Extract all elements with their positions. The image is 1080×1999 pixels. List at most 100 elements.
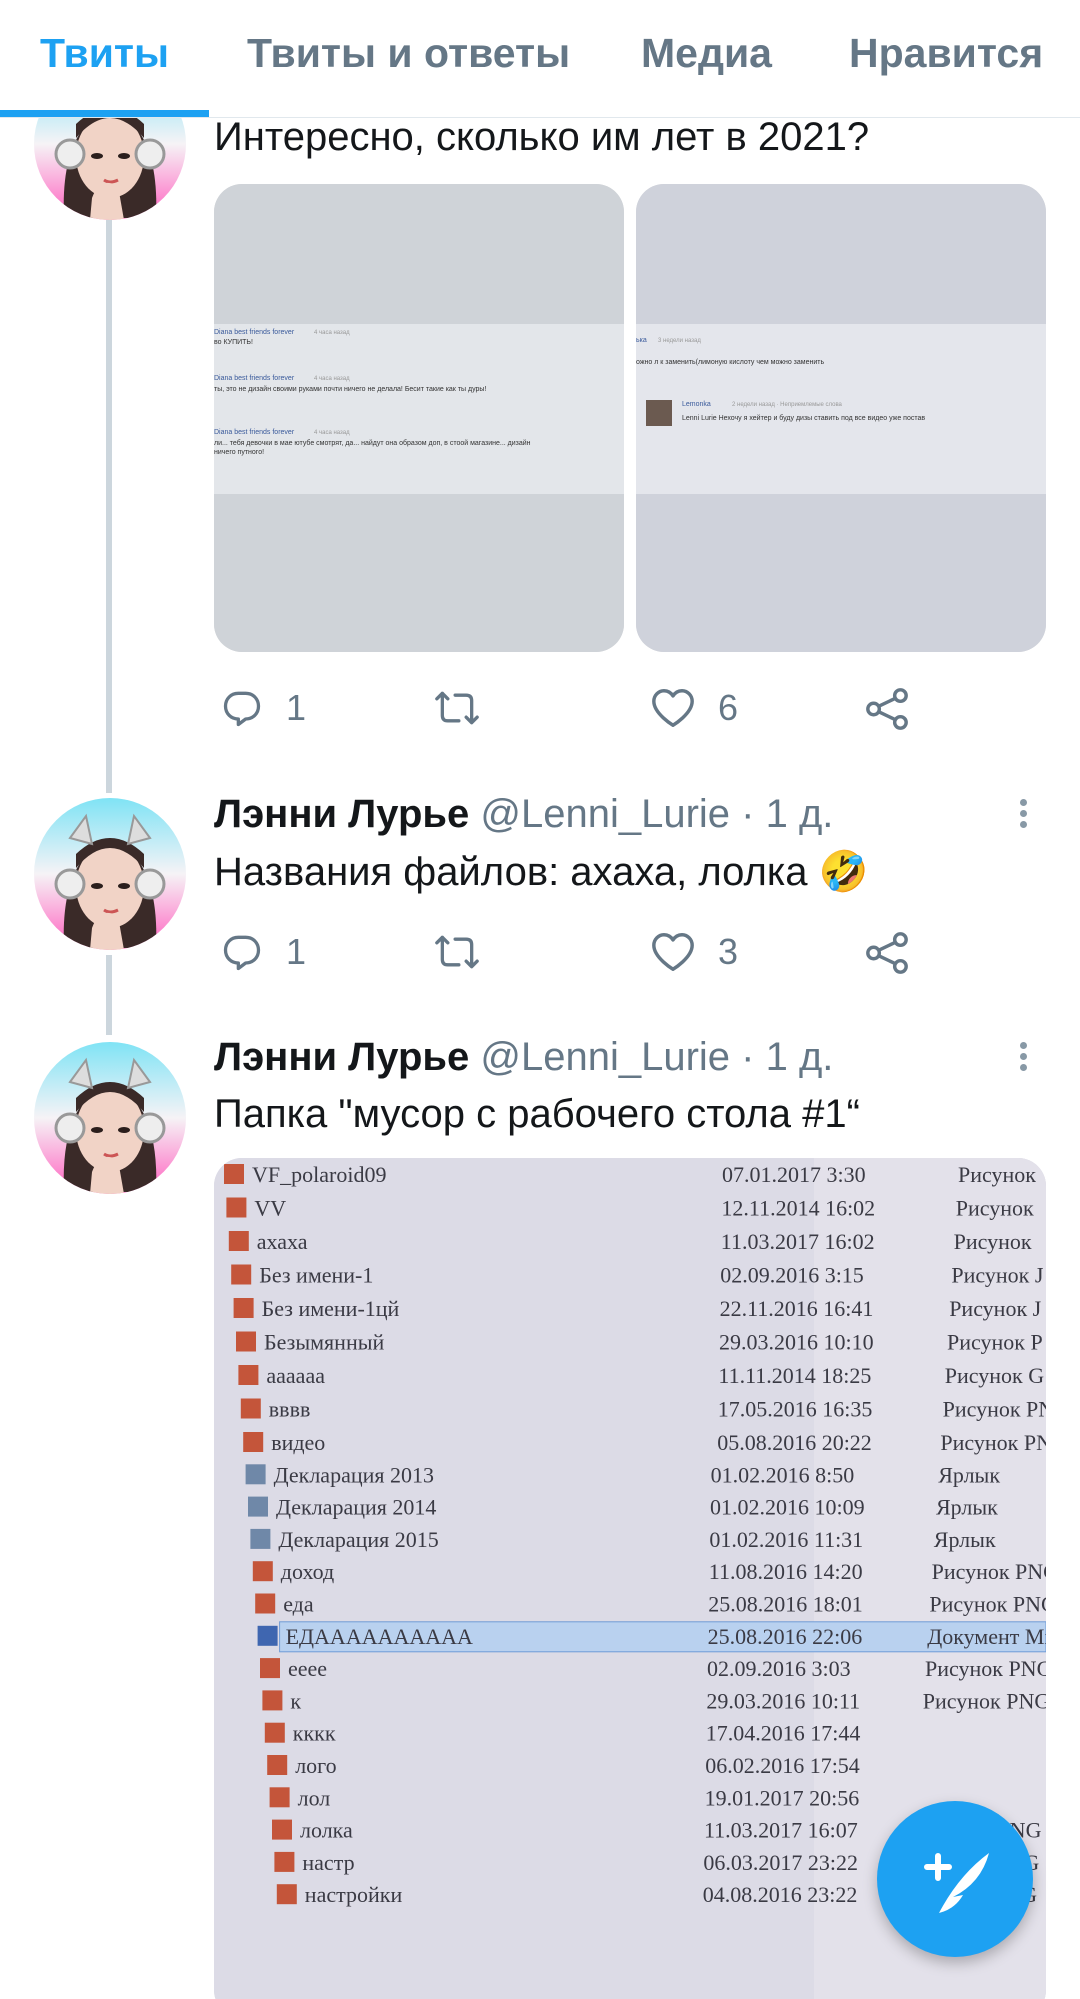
tweet-header: Лэнни Лурье @Lenni_Lurie · 1 д. — [214, 1035, 833, 1080]
retweet-button[interactable] — [432, 686, 482, 730]
reply-button[interactable]: 1 — [220, 930, 306, 974]
photo-comment-text: ли... тебя девочки в мае ютубе смотрят, … — [214, 439, 531, 447]
tweet-time: · 1 д. — [741, 792, 834, 836]
photo-comment-text: ничего путного! — [214, 449, 264, 456]
tab-tweets[interactable]: Твиты — [40, 0, 169, 118]
file-icon — [238, 1365, 259, 1385]
file-icon — [274, 1851, 295, 1872]
file-date: 02.09.2016 3:03 — [707, 1656, 851, 1681]
file-name: Без имени-1цй — [262, 1296, 400, 1321]
file-icon — [260, 1658, 280, 1679]
tweet-header: Лэнни Лурье @Lenni_Lurie · 1 д. — [214, 792, 833, 837]
heart-icon — [652, 933, 694, 971]
like-count: 3 — [718, 931, 739, 972]
file-date: 29.03.2016 10:10 — [719, 1330, 874, 1355]
file-type: Рисунок PNG — [925, 1656, 1046, 1681]
file-date: 25.08.2016 22:06 — [708, 1624, 863, 1649]
file-date: 11.03.2017 16:02 — [721, 1229, 875, 1254]
file-name: Декларация 2013 — [274, 1462, 434, 1487]
file-name: видео — [271, 1430, 325, 1455]
author-handle[interactable]: @Lenni_Lurie — [480, 792, 730, 836]
photo-comment-text: во КУПИТЬ! — [214, 339, 253, 346]
file-date: 11.08.2016 14:20 — [709, 1559, 863, 1584]
file-date: 17.05.2016 16:35 — [718, 1397, 873, 1422]
compose-tweet-button[interactable] — [877, 1801, 1033, 1957]
tweet-photo-right[interactable]: ька 3 недели назад ожно л к заменить(лим… — [636, 184, 1046, 652]
thread-connector-line — [106, 220, 112, 793]
tab-tweets-and-replies[interactable]: Твиты и ответы — [247, 0, 570, 118]
photo-comment-time: 3 недели назад — [658, 338, 701, 344]
profile-tabs: Твиты Твиты и ответы Медиа Нравится — [0, 0, 1080, 118]
photo-comment-author: Diana best friends forever — [214, 375, 295, 382]
file-name: VV — [254, 1196, 286, 1221]
retweet-icon — [435, 691, 479, 725]
photo-comment-text: ожно л к заменить(лимоную кислоту чем мо… — [636, 359, 824, 366]
file-icon — [257, 1625, 278, 1646]
photo-comment-author: Diana best friends forever — [214, 329, 295, 336]
file-icon — [267, 1755, 288, 1775]
tab-media[interactable]: Медиа — [641, 0, 772, 118]
file-name: кккк — [293, 1721, 336, 1746]
reply-button[interactable]: 1 — [220, 686, 306, 730]
file-date: 06.03.2017 23:22 — [703, 1850, 858, 1875]
file-type: Ярлык — [938, 1462, 1000, 1487]
file-icon — [240, 1398, 261, 1419]
file-icon — [264, 1722, 285, 1743]
tweet-time: · 1 д. — [741, 1035, 834, 1079]
file-type: Рисунок — [958, 1162, 1036, 1187]
file-icon — [245, 1464, 266, 1485]
file-name: еда — [283, 1592, 314, 1617]
file-date: 12.11.2014 16:02 — [721, 1196, 875, 1221]
more-vertical-icon[interactable] — [1010, 1038, 1036, 1078]
file-type: Рисунок G — [945, 1363, 1044, 1388]
photo-comment-text: ты, это не дизайн своими руками почти ни… — [214, 385, 486, 393]
file-name: доход — [281, 1559, 334, 1584]
retweet-icon — [435, 935, 479, 969]
file-type: Документ Mic — [927, 1624, 1046, 1649]
file-row: ЕДАААААААААА 25.08.2016 22:06 Документ Mic — [257, 1621, 1046, 1653]
file-icon — [243, 1432, 264, 1452]
file-date: 11.11.2014 18:25 — [718, 1363, 871, 1388]
photo-comment-time: 4 часа назад — [314, 330, 350, 336]
thread-connector-line — [106, 955, 112, 1035]
file-date: 04.08.2016 23:22 — [703, 1882, 858, 1907]
file-name: ЕДАААААААААА — [286, 1624, 473, 1649]
file-name: вввв — [269, 1397, 311, 1422]
file-name: eeee — [288, 1656, 327, 1681]
file-date: 06.02.2016 17:54 — [705, 1753, 860, 1778]
retweet-button[interactable] — [432, 930, 482, 974]
share-button[interactable] — [864, 686, 910, 732]
avatar[interactable] — [34, 1042, 186, 1194]
photo-comment-author: Diana best friends forever — [214, 429, 295, 436]
file-date: 11.03.2017 16:07 — [704, 1818, 858, 1843]
tweet-text: Папка "мусор с рабочего стола #1“ — [214, 1092, 860, 1136]
like-button[interactable]: 3 — [650, 930, 738, 974]
compose-tweet-icon — [924, 1853, 989, 1913]
file-name: настройки — [305, 1882, 403, 1907]
author-handle[interactable]: @Lenni_Lurie — [480, 1035, 730, 1079]
photo-comment-author: ька — [636, 337, 647, 344]
file-date: 19.01.2017 20:56 — [705, 1785, 860, 1810]
file-type: Рисунок PN — [940, 1430, 1046, 1455]
reply-icon — [223, 691, 261, 727]
file-name: Без имени-1 — [259, 1263, 373, 1288]
file-icon — [255, 1593, 276, 1614]
author-name[interactable]: Лэнни Лурье — [214, 1035, 469, 1079]
like-button[interactable]: 6 — [650, 686, 738, 730]
file-date: 17.04.2016 17:44 — [706, 1721, 861, 1746]
photo-comment-time: 4 часа назад — [314, 430, 350, 436]
tweet-photo-left[interactable]: Diana best friends forever Diana best fr… — [214, 184, 624, 652]
share-button[interactable] — [864, 930, 910, 976]
author-name[interactable]: Лэнни Лурье — [214, 792, 469, 836]
tab-likes[interactable]: Нравится — [849, 0, 1043, 118]
more-vertical-icon[interactable] — [1010, 795, 1036, 835]
file-type: Рисунок — [954, 1229, 1032, 1254]
file-date: 25.08.2016 18:01 — [708, 1592, 863, 1617]
heart-icon — [652, 689, 694, 727]
file-icon — [276, 1884, 297, 1905]
file-name: Декларация 2015 — [278, 1527, 438, 1552]
file-icon — [250, 1528, 271, 1549]
file-name: ахаха — [257, 1229, 308, 1254]
avatar[interactable] — [34, 798, 186, 950]
file-icon — [272, 1819, 292, 1840]
